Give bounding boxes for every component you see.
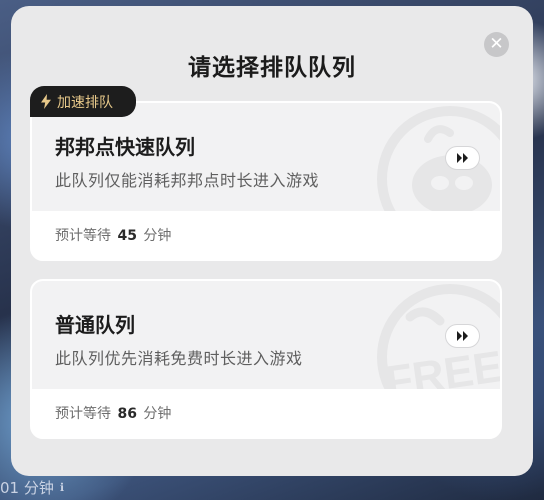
close-icon: ✕ (489, 34, 504, 54)
normal-queue-card[interactable]: FREE 普通队列 此队列优先消耗免费时长进入游戏 预计等待 86 分钟 (30, 279, 502, 439)
enter-queue-button[interactable] (445, 146, 480, 170)
enter-queue-button[interactable] (445, 324, 480, 348)
dialog-title: 请选择排队队列 (188, 55, 356, 81)
estimated-wait: 预计等待 45 分钟 (55, 225, 171, 245)
double-chevron-right-icon (456, 331, 468, 341)
estimated-wait: 预计等待 86 分钟 (55, 403, 171, 423)
card-header: 邦邦点快速队列 此队列仅能消耗邦邦点时长进入游戏 (32, 103, 500, 211)
queue-description: 此队列仅能消耗邦邦点时长进入游戏 (55, 171, 320, 190)
info-icon: ℹ (59, 480, 65, 494)
fast-queue-card[interactable]: 邦邦点快速队列 此队列仅能消耗邦邦点时长进入游戏 预计等待 45 分钟 (30, 101, 502, 261)
lightning-bolt-icon (41, 94, 51, 109)
queue-name: 普通队列 (55, 313, 135, 337)
queue-description: 此队列优先消耗免费时长进入游戏 (55, 349, 303, 368)
queue-select-dialog: 请选择排队队列 ✕ 邦邦点快速队列 此队列仅能消耗邦邦点时长进入游戏 预计等待 … (11, 6, 533, 476)
close-button[interactable]: ✕ (484, 32, 509, 57)
background-status: 01 分钟 ℹ (0, 474, 544, 500)
wait-unit: 分钟 (143, 406, 172, 422)
double-chevron-right-icon (456, 153, 468, 163)
wait-unit: 分钟 (143, 228, 172, 244)
accelerate-badge: 加速排队 (30, 86, 136, 117)
wait-minutes: 86 (117, 406, 137, 422)
wait-label: 预计等待 (55, 406, 111, 422)
wait-label: 预计等待 (55, 228, 111, 244)
free-logo-text: FREE (383, 342, 500, 389)
background-status-text: 01 分钟 (0, 478, 54, 497)
wait-minutes: 45 (117, 228, 137, 244)
queue-name: 邦邦点快速队列 (55, 135, 195, 159)
card-header: FREE 普通队列 此队列优先消耗免费时长进入游戏 (32, 281, 500, 389)
badge-label: 加速排队 (57, 94, 113, 111)
